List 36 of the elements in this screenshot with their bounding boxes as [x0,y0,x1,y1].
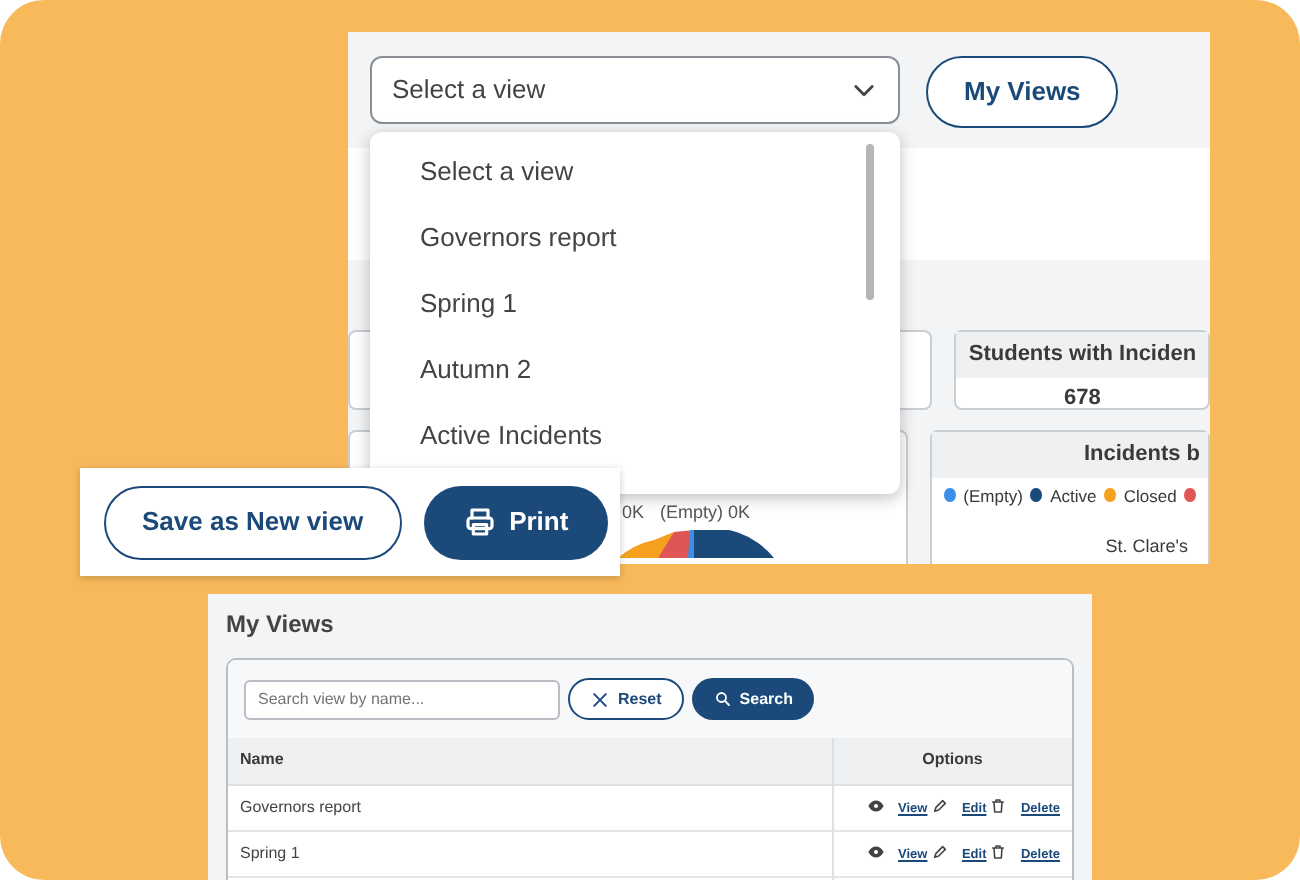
printer-icon [463,506,496,538]
category-label: St. Clare's [1105,534,1188,561]
pie-label: 0K [622,500,645,526]
legend-label: Closed [1123,483,1177,509]
column-header: Options [832,738,1072,784]
dropdown-option[interactable]: Governors report [370,204,900,270]
stat-value: 678 [1062,383,1103,413]
pie-label: (Empty) 0K [660,500,751,526]
print-button[interactable]: Print [423,485,609,559]
eye-icon [868,798,885,815]
stat-title: Students with Inciden [956,332,1208,377]
panel-title: My Views [226,608,336,642]
trash-icon [990,798,1007,815]
dropdown-option[interactable]: Select a view [370,138,900,204]
eye-icon [868,844,885,861]
search-field[interactable]: Search view by name... [244,679,560,719]
column-header: Name [228,738,832,784]
close-icon [590,689,610,709]
reset-button[interactable]: Reset [568,678,684,720]
table-cell: Governors report [228,784,832,830]
search-icon [713,690,732,708]
dropdown-option[interactable]: Active Incidents [370,402,900,468]
my-views-button[interactable]: My Views [926,56,1119,128]
legend-label: (Empty) [963,483,1023,509]
legend-label: Active [1050,483,1097,509]
scrollbar[interactable] [866,144,874,300]
search-button[interactable]: Search [691,678,815,720]
pencil-icon [931,844,948,861]
view-select[interactable]: Select a view [370,56,900,124]
dropdown-option[interactable]: Spring 1 [370,270,900,336]
dropdown-option[interactable]: Autumn 2 [370,336,900,402]
chart-title: Incidents b [932,432,1208,477]
trash-icon [990,844,1007,861]
save-view-button[interactable]: Save as New view [104,485,402,559]
table-cell: Spring 1 [228,830,832,876]
pencil-icon [931,798,948,815]
